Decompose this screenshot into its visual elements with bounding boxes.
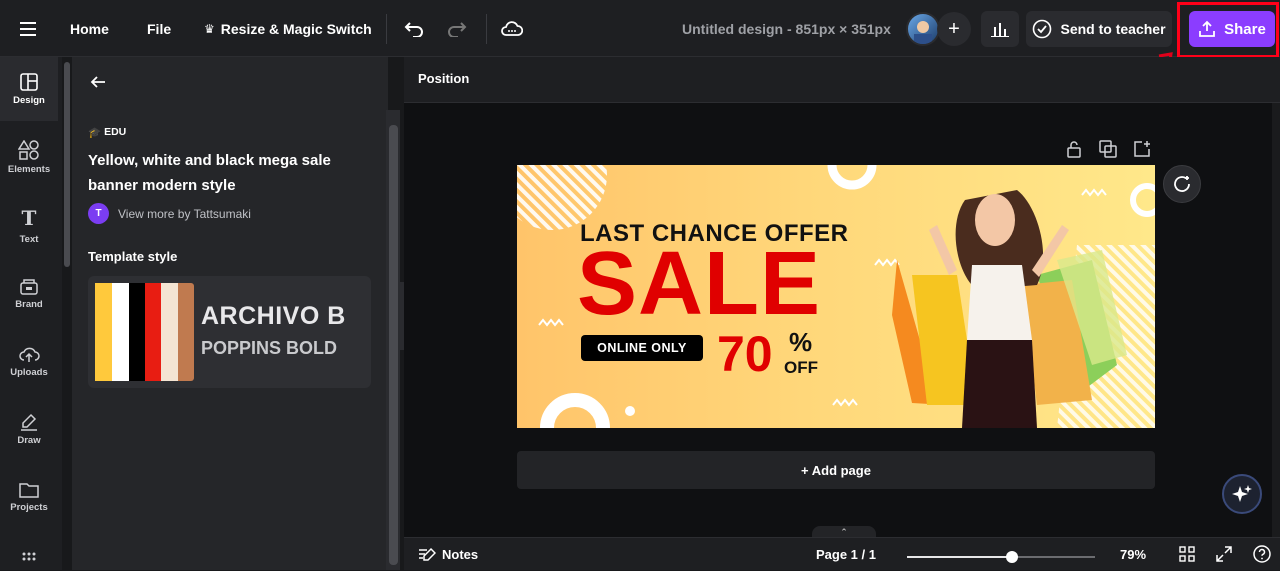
fullscreen-icon[interactable] [1216, 546, 1232, 567]
graduation-cap-icon: 🎓 [88, 126, 102, 139]
divider [386, 14, 387, 44]
template-title: Yellow, white and black mega sale banner… [88, 152, 331, 194]
resize-button-label: Resize & Magic Switch [220, 20, 372, 37]
send-to-teacher-label: Send to teacher [1060, 21, 1166, 37]
file-menu-button[interactable]: File [147, 0, 171, 57]
percent-sign: % [789, 327, 813, 357]
template-style-card[interactable]: ARCHIVO B POPPINS BOLD [88, 276, 371, 388]
send-to-teacher-button[interactable]: Send to teacher [1026, 11, 1172, 47]
draw-icon [21, 413, 37, 431]
comment-add-icon [1174, 176, 1190, 192]
grid-view-icon[interactable] [1179, 546, 1195, 567]
canvas-scrollbar[interactable] [1272, 103, 1280, 537]
magic-assistant-button[interactable] [1222, 474, 1262, 514]
heading-font-sample: ARCHIVO B [201, 302, 346, 330]
rail-item-uploads[interactable]: Uploads [0, 329, 58, 393]
sparkle-icon [1232, 485, 1252, 502]
body-font-sample: POPPINS BOLD [201, 338, 338, 358]
divider [486, 14, 487, 44]
zoom-slider-thumb[interactable] [1006, 551, 1019, 563]
duplicate-page-icon[interactable] [1099, 140, 1117, 158]
notes-label: Notes [442, 547, 479, 562]
banner-sale-text: SALE [577, 234, 822, 334]
author-link[interactable]: T View more by Tattsumaki [88, 203, 251, 224]
crown-icon: ♛ [204, 21, 215, 36]
bar-chart-icon [991, 23, 1009, 37]
page-indicator[interactable]: Page 1 / 1 [816, 538, 876, 571]
color-swatch [145, 283, 161, 381]
refresh-comment-button[interactable] [1163, 165, 1201, 203]
color-swatch [178, 283, 194, 381]
rail-label: Elements [7, 163, 51, 175]
add-collaborator-button[interactable]: + [937, 12, 971, 46]
lock-icon[interactable] [1066, 140, 1084, 158]
home-button[interactable]: Home [70, 0, 109, 57]
rail-item-brand[interactable]: Brand [0, 261, 58, 325]
rail-label: Text [19, 233, 39, 245]
color-swatch [112, 283, 129, 381]
rail-scrollbar[interactable] [64, 62, 70, 267]
edu-badge: 🎓 EDU [88, 124, 126, 140]
rail-item-apps[interactable] [0, 533, 58, 570]
context-toolbar: Position [404, 57, 1280, 103]
notes-button[interactable]: Notes [418, 538, 478, 571]
rail-label: Draw [17, 434, 41, 446]
rail-label: Brand [15, 298, 43, 310]
design-title[interactable]: Untitled design - 851px × 351px [682, 0, 891, 57]
zoom-slider-fill [907, 556, 1013, 558]
author-link-label: View more by Tattsumaki [118, 206, 251, 221]
check-circle-icon [1033, 19, 1052, 39]
left-rail: Design Elements T Text Brand Uploads Dra… [0, 57, 62, 570]
edu-badge-label: EDU [104, 126, 127, 138]
back-arrow-icon[interactable] [90, 74, 106, 95]
color-swatch [161, 283, 178, 381]
rail-item-design[interactable]: Design [0, 57, 58, 121]
zoom-level[interactable]: 79% [1120, 538, 1146, 571]
bottom-bar: Notes Page 1 / 1 79% [404, 537, 1280, 570]
help-icon[interactable] [1253, 545, 1271, 568]
author-avatar: T [88, 203, 109, 224]
rail-label: Projects [10, 501, 48, 513]
rail-item-text[interactable]: T Text [0, 193, 58, 257]
add-page-button[interactable]: + Add page [517, 451, 1155, 489]
off-label: OFF [784, 358, 818, 377]
color-swatch [95, 283, 112, 381]
panel-scrollbar[interactable] [389, 125, 398, 565]
plus-icon: + [948, 17, 960, 40]
rail-item-elements[interactable]: Elements [0, 125, 58, 189]
insights-button[interactable] [981, 11, 1019, 47]
layout-icon [20, 72, 38, 91]
online-only-badge: ONLINE ONLY [581, 335, 703, 361]
chevron-up-icon: ⌃ [840, 526, 848, 537]
undo-icon[interactable] [404, 0, 424, 57]
resize-button[interactable]: ♛ Resize & Magic Switch [204, 0, 372, 57]
add-page-icon[interactable] [1133, 140, 1151, 158]
template-style-heading: Template style [88, 249, 178, 264]
menu-icon[interactable] [20, 0, 36, 57]
redo-icon[interactable] [447, 0, 467, 57]
upload-icon [19, 347, 40, 362]
rail-label: Uploads [10, 366, 48, 378]
cloud-save-icon[interactable] [501, 0, 523, 57]
sale-banner[interactable]: LAST CHANCE OFFER SALE ONLINE ONLY 70 % … [517, 165, 1155, 428]
brand-icon [20, 278, 38, 295]
rail-item-draw[interactable]: Draw [0, 397, 58, 461]
apps-grid-icon [22, 552, 36, 561]
text-icon: T [21, 205, 37, 230]
rail-item-projects[interactable]: Projects [0, 465, 58, 529]
position-button[interactable]: Position [418, 71, 469, 86]
discount-value: 70 [717, 326, 773, 382]
shapes-icon [18, 139, 39, 160]
folder-icon [19, 482, 39, 498]
rail-label: Design [13, 94, 45, 106]
avatar[interactable] [906, 12, 940, 46]
notes-icon [419, 547, 436, 561]
color-swatch [129, 283, 145, 381]
share-highlight-box [1177, 2, 1279, 58]
